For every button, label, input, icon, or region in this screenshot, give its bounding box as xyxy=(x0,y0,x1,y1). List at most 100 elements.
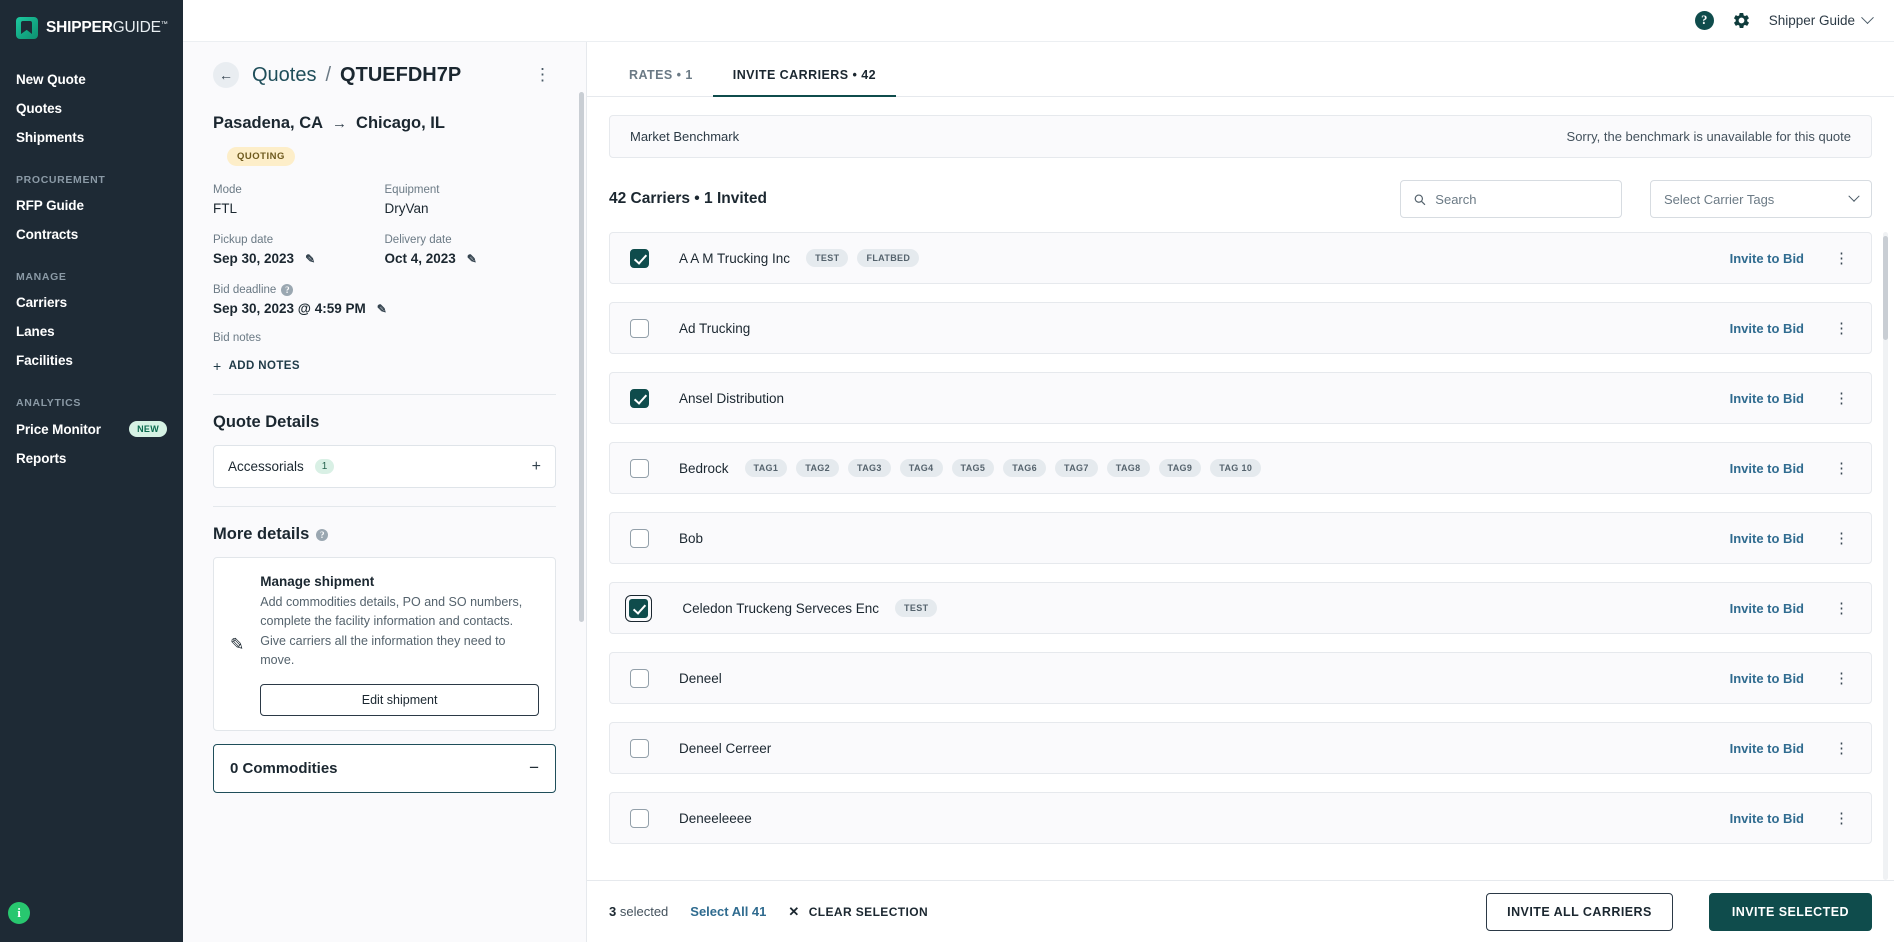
more-details-help-icon[interactable]: ? xyxy=(316,528,329,541)
carrier-tags-select[interactable]: Select Carrier Tags xyxy=(1650,180,1872,218)
tab-rates[interactable]: RATES • 1 xyxy=(609,68,713,96)
sidebar-item-price-monitor[interactable]: Price Monitor NEW xyxy=(0,414,183,444)
carrier-row-overflow-menu-icon[interactable]: ⋮ xyxy=(1830,671,1853,686)
invite-to-bid-link[interactable]: Invite to Bid xyxy=(1730,251,1804,266)
invite-selected-button[interactable]: INVITE SELECTED xyxy=(1708,892,1872,931)
sidebar-label-lanes: Lanes xyxy=(16,324,55,339)
clear-selection-label: CLEAR SELECTION xyxy=(808,904,929,919)
carrier-tag: FLATBED xyxy=(857,249,920,267)
search-box[interactable] xyxy=(1400,180,1622,218)
selected-count-number: 3 xyxy=(609,904,617,919)
carrier-row-overflow-menu-icon[interactable]: ⋮ xyxy=(1830,391,1853,406)
carrier-checkbox[interactable] xyxy=(630,808,649,828)
carrier-checkbox[interactable] xyxy=(630,318,649,338)
field-pickup-label: Pickup date xyxy=(213,234,274,246)
help-icon[interactable]: ? xyxy=(1694,11,1714,30)
edit-shipment-button[interactable]: Edit shipment xyxy=(260,683,539,716)
sidebar-item-facilities[interactable]: Facilities xyxy=(0,346,183,375)
carrier-checkbox[interactable] xyxy=(630,528,649,548)
carrier-row-overflow-menu-icon[interactable]: ⋮ xyxy=(1830,531,1853,546)
accessorials-accordion[interactable]: Accessorials 1 + xyxy=(213,445,556,488)
search-input[interactable] xyxy=(1435,191,1609,207)
table-row[interactable]: Ad Trucking Invite to Bid ⋮ xyxy=(609,302,1872,354)
sidebar-section-manage: MANAGE xyxy=(16,271,67,283)
sidebar-item-lanes[interactable]: Lanes xyxy=(0,317,183,346)
invite-all-carriers-button[interactable]: INVITE ALL CARRIERS xyxy=(1486,892,1673,931)
carrier-checkbox[interactable] xyxy=(630,388,649,408)
invite-to-bid-link[interactable]: Invite to Bid xyxy=(1730,391,1804,406)
field-equipment: Equipment DryVan xyxy=(385,184,557,216)
user-menu[interactable]: Shipper Guide xyxy=(1769,11,1874,28)
field-bid-notes-label: Bid notes xyxy=(213,332,261,344)
carrier-row-overflow-menu-icon[interactable]: ⋮ xyxy=(1830,741,1853,756)
edit-bid-deadline-pencil-icon[interactable]: ✎ xyxy=(377,302,387,316)
sidebar-item-rfp-guide[interactable]: RFP Guide xyxy=(0,191,183,220)
carrier-tag: TAG2 xyxy=(796,459,840,477)
table-row[interactable]: Deneel Cerreer Invite to Bid ⋮ xyxy=(609,722,1872,774)
carrier-tag: TAG8 xyxy=(1106,459,1150,477)
carrier-row-overflow-menu-icon[interactable]: ⋮ xyxy=(1830,811,1853,826)
carrier-checkbox[interactable] xyxy=(630,248,649,268)
carrier-tag: TAG7 xyxy=(1055,459,1098,477)
sidebar-item-quotes[interactable]: Quotes xyxy=(0,94,183,123)
carrier-row-overflow-menu-icon[interactable]: ⋮ xyxy=(1830,461,1853,476)
brand-logo[interactable]: SHIPPERGUIDE™ xyxy=(0,0,183,39)
carrier-checkbox[interactable] xyxy=(629,598,649,618)
back-arrow-icon[interactable]: ← xyxy=(213,62,239,88)
select-all-link[interactable]: Select All 41 xyxy=(690,904,766,919)
breadcrumb-quotes-link[interactable]: Quotes xyxy=(252,64,316,87)
quote-overflow-menu-icon[interactable]: ⋮ xyxy=(529,66,556,83)
table-row[interactable]: Bob Invite to Bid ⋮ xyxy=(609,512,1872,564)
sidebar-item-new-quote[interactable]: New Quote xyxy=(0,65,183,94)
manage-shipment-title: Manage shipment xyxy=(260,574,375,589)
carrier-tags-select-label: Select Carrier Tags xyxy=(1664,191,1775,207)
invite-to-bid-link[interactable]: Invite to Bid xyxy=(1730,741,1804,756)
invite-to-bid-link[interactable]: Invite to Bid xyxy=(1730,811,1804,826)
edit-delivery-date-pencil-icon[interactable]: ✎ xyxy=(467,252,477,266)
field-row-bid-deadline: Bid deadline ? Sep 30, 2023 @ 4:59 PM ✎ xyxy=(213,284,556,316)
carrier-row-overflow-menu-icon[interactable]: ⋮ xyxy=(1830,601,1853,616)
invite-to-bid-link[interactable]: Invite to Bid xyxy=(1730,531,1804,546)
invite-to-bid-link[interactable]: Invite to Bid xyxy=(1730,321,1804,336)
brand-wordmark: SHIPPERGUIDE™ xyxy=(46,19,168,37)
invite-to-bid-link[interactable]: Invite to Bid xyxy=(1730,671,1804,686)
plus-expand-icon: + xyxy=(531,457,541,475)
carrier-row-overflow-menu-icon[interactable]: ⋮ xyxy=(1830,251,1853,266)
invite-to-bid-link[interactable]: Invite to Bid xyxy=(1730,461,1804,476)
table-row[interactable]: Deneeleeee Invite to Bid ⋮ xyxy=(609,792,1872,844)
carrier-rows: A A M Trucking Inc TEST FLATBED Invite to B… xyxy=(609,232,1872,844)
edit-pickup-date-pencil-icon[interactable]: ✎ xyxy=(305,252,315,266)
sidebar-item-carriers[interactable]: Carriers xyxy=(0,288,183,317)
table-row[interactable]: Celedon Truckeng Serveces Enc TEST Invite … xyxy=(609,582,1872,634)
sidebar-item-reports[interactable]: Reports xyxy=(0,444,183,473)
carrier-row-overflow-menu-icon[interactable]: ⋮ xyxy=(1830,321,1853,336)
invite-to-bid-link[interactable]: Invite to Bid xyxy=(1730,601,1804,616)
field-mode: Mode FTL xyxy=(213,184,385,216)
tab-invite-carriers[interactable]: INVITE CARRIERS • 42 xyxy=(712,68,897,97)
brand-name-bold: SHIPPER xyxy=(46,19,113,36)
commodities-card[interactable]: 0 Commodities − xyxy=(213,743,556,793)
help-circle-icon[interactable]: ? xyxy=(281,284,294,296)
add-notes-button[interactable]: + ADD NOTES xyxy=(213,358,300,374)
table-row[interactable]: Deneel Invite to Bid ⋮ xyxy=(609,652,1872,704)
table-row[interactable]: A A M Trucking Inc TEST FLATBED Invite to B… xyxy=(609,232,1872,284)
sidebar-label-price-monitor: Price Monitor xyxy=(16,421,101,437)
table-row[interactable]: Bedrock TAG1 TAG2 TAG3 TAG4 TAG5 TAG6 TAG7 TAG8 T… xyxy=(609,442,1872,494)
table-row[interactable]: Ansel Distribution Invite to Bid ⋮ xyxy=(609,372,1872,424)
carrier-tag: TAG5 xyxy=(951,459,995,477)
sidebar-item-shipments[interactable]: Shipments xyxy=(0,123,183,152)
gear-icon[interactable] xyxy=(1732,11,1751,30)
sidebar-label-carriers: Carriers xyxy=(16,295,67,310)
sidebar-item-contracts[interactable]: Contracts xyxy=(0,220,183,249)
sidebar-label-new-quote: New Quote xyxy=(16,72,86,87)
collapse-minus-icon[interactable]: − xyxy=(529,759,539,776)
manage-shipment-card: ✎ Manage shipment Add commodities detail… xyxy=(213,557,556,731)
carrier-tag: TAG6 xyxy=(1003,459,1047,477)
clear-selection-button[interactable]: ✕ CLEAR SELECTION xyxy=(788,904,928,920)
carrier-checkbox[interactable] xyxy=(630,738,649,758)
carrier-list-scrollbar-thumb[interactable] xyxy=(1883,236,1888,340)
carrier-checkbox[interactable] xyxy=(630,458,649,478)
detail-panel-scrollbar[interactable] xyxy=(579,92,584,622)
carrier-checkbox[interactable] xyxy=(630,668,649,688)
info-icon[interactable]: i xyxy=(8,902,30,924)
